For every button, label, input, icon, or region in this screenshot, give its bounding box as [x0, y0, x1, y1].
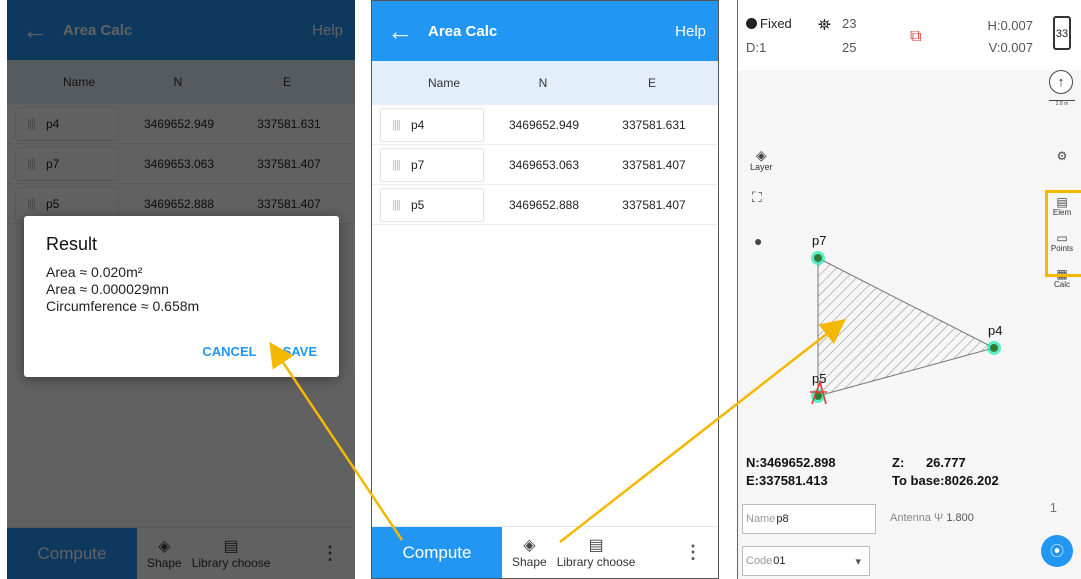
- gear-icon: ⚙: [1056, 149, 1068, 163]
- layer-button[interactable]: ◈ Layer: [750, 148, 773, 172]
- dialog-actions: CANCEL SAVE: [202, 344, 317, 359]
- screen-result-dialog: ← Area Calc Help Name N E |||| p4 346965…: [7, 0, 355, 579]
- map-point-label: p7: [812, 233, 826, 248]
- drag-handle-icon[interactable]: ||||: [381, 199, 411, 211]
- compute-button[interactable]: Compute: [372, 526, 502, 578]
- fullscreen-button[interactable]: ⛶: [752, 190, 762, 204]
- library-choose-button[interactable]: ▤ Library choose: [557, 537, 636, 569]
- z-label: Z:: [892, 455, 905, 470]
- map-canvas[interactable]: p7p4p5: [738, 0, 1081, 579]
- tool-highlight-box: [1045, 190, 1081, 277]
- column-header-name: Name: [428, 76, 461, 90]
- point-n: 3469652.888: [508, 197, 580, 212]
- antenna-info[interactable]: Antenna Ψ 1.800: [890, 512, 974, 524]
- drag-handle-icon[interactable]: ||||: [381, 119, 411, 131]
- z-value: 26.777: [925, 455, 966, 470]
- point-n: 3469653.063: [508, 157, 580, 172]
- antenna-icon: Ψ: [934, 512, 944, 524]
- map-point-p4[interactable]: [990, 343, 998, 352]
- database-icon: ▤: [588, 536, 604, 554]
- point-e: 337581.407: [622, 197, 686, 212]
- library-choose-label: Library choose: [556, 554, 636, 569]
- name-cell: |||| p7: [380, 147, 484, 182]
- screen-area-calc: ← Area Calc Help Name N E |||| p4 346965…: [371, 0, 719, 579]
- table-row[interactable]: |||| p4 3469652.949 337581.631: [372, 105, 718, 145]
- name-cell: |||| p5: [380, 187, 484, 222]
- drag-handle-icon[interactable]: ||||: [381, 159, 411, 171]
- settings-button[interactable]: ⚙: [1047, 150, 1077, 162]
- map-point-p7[interactable]: [814, 254, 822, 262]
- area-m2-text: Area ≈ 0.020m²: [46, 264, 143, 280]
- scale-bar: 2.8 m: [1049, 100, 1075, 107]
- current-position-z: Z: 26.777 To base:8026.202: [892, 454, 999, 490]
- point-e: 337581.407: [622, 157, 686, 172]
- table-row[interactable]: |||| p7 3469653.063 337581.407: [372, 145, 718, 185]
- code-field-value: 01: [773, 555, 786, 567]
- shape-label: Shape: [512, 554, 547, 569]
- compass-icon[interactable]: ↑: [1049, 70, 1073, 94]
- circumference-text: Circumference ≈ 0.658m: [46, 298, 200, 314]
- cancel-button[interactable]: CANCEL: [202, 344, 256, 359]
- map-point-label: p4: [988, 323, 1002, 338]
- layer-label: Layer: [750, 162, 773, 172]
- area-polygon: [817, 257, 996, 397]
- point-name: p7: [411, 157, 425, 172]
- table-header: Name N E: [372, 61, 718, 105]
- antenna-label: Antenna: [890, 512, 931, 524]
- antenna-height: 1.800: [946, 512, 974, 524]
- arrow-left-icon[interactable]: ←: [372, 18, 428, 44]
- location-pin-icon[interactable]: ⦿: [1041, 535, 1073, 567]
- column-header-e: E: [647, 76, 656, 90]
- name-field-label: Name: [746, 513, 776, 525]
- point-name: p4: [411, 117, 425, 132]
- current-position-ne: N:3469652.898 E:337581.413: [746, 454, 836, 490]
- table-row[interactable]: |||| p5 3469652.888 337581.407: [372, 185, 718, 225]
- fullscreen-icon: ⛶: [752, 189, 762, 205]
- dialog-title: Result: [46, 234, 98, 254]
- point-e: 337581.631: [622, 117, 686, 132]
- shape-button[interactable]: ◈ Shape: [512, 537, 547, 569]
- name-field[interactable]: Name p8: [742, 504, 876, 534]
- compass-pointer-icon: ●: [754, 233, 763, 249]
- to-base: To base:8026.202: [892, 473, 999, 488]
- name-cell: |||| p4: [380, 107, 484, 142]
- screen-map: Fixed D:1 ⛯ 23 25 ⧉ H:0.007 V:0.007 33 p…: [737, 0, 1081, 579]
- save-button[interactable]: SAVE: [283, 344, 317, 359]
- locate-button[interactable]: ●: [754, 234, 762, 248]
- point-name: p5: [411, 197, 425, 212]
- layers-icon: ◈: [523, 536, 536, 554]
- more-vertical-icon[interactable]: ⋮: [684, 542, 702, 563]
- dropdown-icon: ▾: [855, 555, 861, 568]
- name-field-value: p8: [776, 513, 789, 525]
- app-bar: ← Area Calc Help: [372, 1, 718, 61]
- current-n: N:3469652.898: [746, 455, 836, 470]
- point-n: 3469652.949: [508, 117, 580, 132]
- area-mn-text: Area ≈ 0.000029mn: [46, 281, 169, 297]
- calc-label: Calc: [1053, 280, 1070, 289]
- point-count: 1: [1049, 500, 1057, 515]
- code-field-label: Code: [746, 555, 773, 567]
- code-field[interactable]: Code 01 ▾: [742, 546, 870, 576]
- bottom-bar: Compute ◈ Shape ▤ Library choose ⋮: [372, 526, 718, 578]
- help-button[interactable]: Help: [675, 23, 706, 40]
- current-e: E:337581.413: [746, 473, 828, 488]
- result-dialog: Result Area ≈ 0.020m² Area ≈ 0.000029mn …: [24, 216, 339, 377]
- page-title: Area Calc: [428, 22, 498, 40]
- column-header-n: N: [538, 76, 548, 90]
- layers-icon: ◈: [755, 147, 767, 163]
